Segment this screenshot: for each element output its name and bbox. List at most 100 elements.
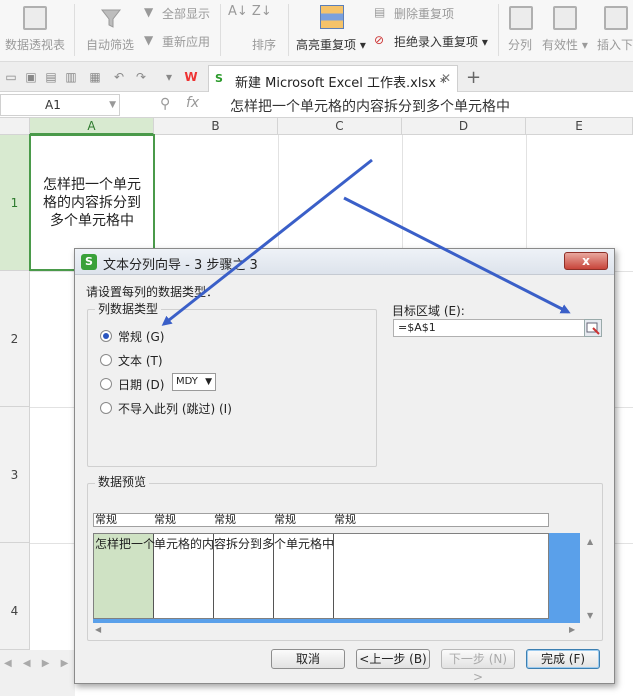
scroll-right-icon[interactable]: ▶ (569, 625, 575, 634)
column-header-c[interactable]: C (278, 118, 402, 135)
close-tab-icon[interactable]: ✕ (441, 71, 451, 85)
formula-bar: A1 ▼ ⚲ fx 怎样把一个单元格的内容拆分到多个单元格中 (0, 92, 633, 118)
pdf-export-icon[interactable]: ▤ (44, 70, 58, 84)
preview-header-4[interactable]: 常规 (274, 514, 296, 526)
formula-input[interactable]: 怎样把一个单元格的内容拆分到多个单元格中 (230, 96, 510, 116)
reapply-icon: ▼ (144, 33, 154, 47)
preview-vertical-scrollbar[interactable]: ▲ ▼ (584, 533, 598, 623)
quick-access-dropdown-icon[interactable]: ▾ (162, 70, 176, 84)
dialog-close-button[interactable]: x (564, 252, 608, 270)
row-header-2[interactable]: 2 (0, 271, 30, 407)
preview-cell-4: 个单元格中 (274, 537, 335, 551)
wps-logo-icon: W (184, 70, 198, 84)
scroll-left-icon[interactable]: ◀ (95, 625, 101, 634)
scroll-down-icon[interactable]: ▼ (587, 611, 593, 620)
cell-reference: A1 (45, 98, 61, 112)
validity-icon (553, 6, 577, 30)
radio-general-label[interactable]: 常规 (G) (118, 328, 164, 345)
insert-dropdown-button[interactable]: 插入下 (594, 0, 633, 62)
highlight-duplicates-label: 高亮重复项 ▾ (296, 38, 366, 52)
radio-text-label[interactable]: 文本 (T) (118, 352, 163, 369)
validity-button[interactable]: 有效性 ▾ (540, 0, 590, 62)
reapply-button[interactable]: ▼ 重新应用 (142, 30, 214, 58)
finish-button[interactable]: 完成 (F) (526, 649, 600, 669)
undo-icon[interactable]: ↶ (112, 70, 126, 84)
validity-label: 有效性 ▾ (542, 38, 588, 52)
preview-header-1[interactable]: 常规 (95, 514, 117, 526)
ribbon-separator (288, 4, 289, 56)
column-header-a[interactable]: A (30, 118, 154, 135)
split-column-button[interactable]: 分列 (502, 0, 538, 62)
radio-date[interactable] (100, 378, 112, 390)
date-format-select[interactable]: MDY ▼ (172, 373, 216, 391)
preview-overflow-highlight (93, 619, 580, 623)
date-format-value: MDY (176, 376, 198, 387)
print-preview-icon[interactable]: ▦ (88, 70, 102, 84)
autofilter-button[interactable]: 自动筛选 (84, 0, 140, 62)
cancel-button[interactable]: 取消 (271, 649, 345, 669)
column-header-e[interactable]: E (526, 118, 633, 135)
split-column-label: 分列 (508, 38, 533, 52)
chevron-down-icon: ▼ (205, 377, 212, 387)
range-picker-button[interactable] (584, 319, 602, 337)
sort-label: 排序 (252, 38, 277, 52)
reject-duplicates-icon: ⊘ (374, 33, 385, 47)
autofilter-label: 自动筛选 (86, 38, 135, 52)
highlight-duplicates-icon (320, 5, 344, 29)
radio-skip-label[interactable]: 不导入此列 (跳过) (I) (118, 400, 232, 417)
select-all-corner[interactable] (0, 118, 30, 135)
row-header-1[interactable]: 1 (0, 135, 30, 271)
print-icon[interactable]: ▥ (64, 70, 78, 84)
data-preview-title: 数据预览 (95, 473, 150, 490)
document-tab-bar: ▭ ▣ ▤ ▥ ▦ ↶ ↷ ▾ W S 新建 Microsoft Excel 工… (0, 62, 633, 92)
radio-general[interactable] (100, 330, 112, 342)
preview-horizontal-scrollbar[interactable]: ◀ ▶ (93, 625, 583, 637)
target-area-label: 目标区域 (E): (392, 304, 465, 318)
sheet-navigation-arrows[interactable]: ◀ ◀ ▶ ▶ (4, 658, 72, 669)
fx-icon[interactable]: fx (186, 95, 199, 111)
new-tab-icon[interactable]: + (466, 67, 481, 88)
radio-text[interactable] (100, 354, 112, 366)
preview-header-5[interactable]: 常规 (334, 514, 356, 526)
dialog-titlebar[interactable]: S 文本分列向导 - 3 步骤之 3 x (75, 249, 614, 275)
redo-icon[interactable]: ↷ (134, 70, 148, 84)
sort-button[interactable]: A↓ Z↓ 排序 (224, 0, 280, 62)
preview-header-2[interactable]: 常规 (154, 514, 176, 526)
open-folder-icon[interactable]: ▭ (4, 70, 18, 84)
document-tab[interactable]: S 新建 Microsoft Excel 工作表.xlsx * ✕ (208, 65, 458, 92)
save-icon[interactable]: ▣ (24, 70, 38, 84)
pivot-table-button[interactable]: 数据透视表 (0, 0, 70, 62)
reject-duplicates-button[interactable]: ⊘ 拒绝录入重复项 ▾ (372, 30, 492, 58)
highlight-duplicates-button[interactable]: 高亮重复项 ▾ (292, 0, 368, 62)
reapply-label: 重新应用 (162, 35, 211, 49)
split-column-icon (509, 6, 533, 30)
row-header-3[interactable]: 3 (0, 407, 30, 543)
insert-dropdown-label: 插入下 (597, 38, 633, 52)
row-header-4[interactable]: 4 (0, 543, 30, 650)
column-type-group-title: 列数据类型 (95, 300, 162, 317)
document-title: 新建 Microsoft Excel 工作表.xlsx * (235, 76, 447, 91)
ribbon-separator (74, 4, 75, 56)
preview-header-3[interactable]: 常规 (214, 514, 236, 526)
zoom-icon[interactable]: ⚲ (160, 96, 170, 112)
ribbon-separator (498, 4, 499, 56)
ribbon-separator (220, 4, 221, 56)
column-header-b[interactable]: B (154, 118, 278, 135)
funnel-icon (99, 6, 123, 30)
instruction-text: 请设置每列的数据类型： (86, 285, 219, 299)
radio-skip[interactable] (100, 402, 112, 414)
range-picker-icon (586, 322, 600, 335)
name-box[interactable]: A1 ▼ (0, 94, 120, 116)
preview-overflow-highlight (549, 533, 580, 619)
preview-data-area[interactable]: 怎样把一个 单元格的内 容拆分到多 个单元格中 (93, 533, 549, 619)
target-area-input[interactable]: =$A$1 (393, 319, 601, 337)
funnel-small-icon: ▼ (144, 5, 154, 19)
radio-date-label[interactable]: 日期 (D) (118, 376, 164, 393)
scroll-up-icon[interactable]: ▲ (587, 537, 593, 546)
pivot-table-label: 数据透视表 (5, 38, 66, 52)
back-button[interactable]: <上一步 (B) (356, 649, 430, 669)
delete-duplicates-label: 删除重复项 (394, 7, 455, 21)
column-header-d[interactable]: D (402, 118, 526, 135)
chevron-down-icon[interactable]: ▼ (109, 95, 116, 115)
next-button[interactable]: 下一步 (N) > (441, 649, 515, 684)
